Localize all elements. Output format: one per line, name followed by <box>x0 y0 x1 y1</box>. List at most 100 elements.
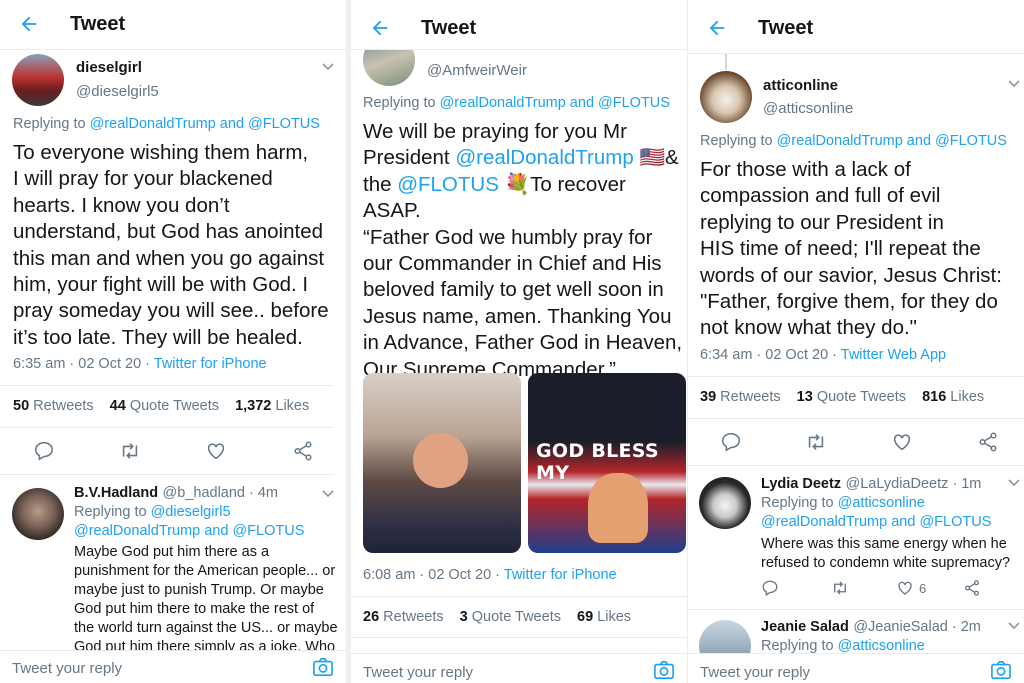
page-title: Tweet <box>70 13 126 35</box>
reply-input[interactable]: Tweet your reply <box>12 660 122 677</box>
replying-to-link[interactable]: @realDonaldTrump and @FLOTUS <box>440 95 670 111</box>
reply-input[interactable]: Tweet your reply <box>363 664 473 681</box>
reply-author-handle[interactable]: @b_hadland · 4m <box>163 485 278 501</box>
reply-text: Maybe God put him there as a punishment … <box>74 544 338 655</box>
tweet-timestamp: 6:08 am · 02 Oct 20 · Twitter for iPhone <box>363 567 617 583</box>
chevron-down-icon[interactable] <box>1008 622 1020 630</box>
like-icon[interactable] <box>205 440 227 462</box>
reply-author-handle[interactable]: @LaLydiaDeetz · 1m <box>846 476 982 492</box>
author-handle[interactable]: @AmfweirWeir <box>427 62 527 79</box>
avatar[interactable] <box>699 477 751 529</box>
tweet-text: For those with a lack of compassion and … <box>700 158 1002 340</box>
tweet-timestamp: 6:34 am · 02 Oct 20 · Twitter Web App <box>700 347 947 363</box>
retweet-icon[interactable] <box>805 431 827 453</box>
back-arrow-icon[interactable] <box>18 13 40 35</box>
replying-to: Replying to @realDonaldTrump and @FLOTUS <box>13 116 320 132</box>
retweets-stat[interactable]: 39 Retweets <box>700 389 781 405</box>
reply-icon[interactable] <box>33 440 55 462</box>
retweet-icon[interactable] <box>119 440 141 462</box>
author-handle[interactable]: @dieselgirl5 <box>76 83 159 100</box>
tweet-text: We will be praying for you Mr President … <box>363 120 683 381</box>
tweet-panel-3: Tweet atticonline @atticsonline Replying… <box>688 0 1024 683</box>
avatar[interactable] <box>12 54 64 106</box>
image-figure <box>413 433 468 488</box>
replying-to-link[interactable]: @atticsonline <box>838 638 925 654</box>
chevron-down-icon[interactable] <box>1008 479 1020 487</box>
like-icon[interactable] <box>896 579 914 597</box>
reply-tweet[interactable]: B.V.Hadland @b_hadland · 4m Replying to … <box>0 478 346 655</box>
engagement-stats: 39 Retweets 13 Quote Tweets 816 Likes <box>700 389 996 405</box>
back-arrow-icon[interactable] <box>706 17 728 39</box>
share-icon[interactable] <box>977 431 999 453</box>
reply-author-name[interactable]: Lydia Deetz <box>761 476 841 492</box>
thread-line <box>725 54 727 70</box>
engagement-stats: 50 Retweets 44 Quote Tweets 1,372 Likes <box>13 398 321 414</box>
camera-icon[interactable] <box>990 660 1012 680</box>
reply-author-name[interactable]: Jeanie Salad <box>761 619 849 635</box>
replying-to-link[interactable]: @realDonaldTrump and @FLOTUS <box>74 522 304 541</box>
like-icon[interactable] <box>891 431 913 453</box>
camera-icon[interactable] <box>312 657 334 677</box>
reply-input[interactable]: Tweet your reply <box>700 664 810 681</box>
tweet-image-1[interactable] <box>363 373 521 553</box>
replying-to-link[interactable]: @realDonaldTrump and @FLOTUS <box>777 133 1007 149</box>
quotes-stat[interactable]: 44 Quote Tweets <box>110 398 219 414</box>
replying-to-link[interactable]: @realDonaldTrump and @FLOTUS <box>90 116 320 132</box>
mention-link[interactable]: @FLOTUS <box>397 173 499 196</box>
source-link[interactable]: Twitter for iPhone <box>504 567 617 583</box>
reply-composer[interactable]: Tweet your reply <box>688 653 1024 683</box>
replying-to: Replying to @realDonaldTrump and @FLOTUS <box>700 133 1007 149</box>
replying-to-link[interactable]: @realDonaldTrump and @FLOTUS <box>761 513 991 532</box>
tweet-panel-2: @AmfweirWeir Tweet Replying to @realDona… <box>351 0 687 683</box>
share-icon[interactable] <box>963 579 981 597</box>
retweets-stat[interactable]: 26 Retweets <box>363 609 444 625</box>
reply-composer[interactable]: Tweet your reply <box>0 650 346 683</box>
replying-to-link[interactable]: @atticsonline <box>838 495 925 511</box>
reply-replying-to: Replying to @atticsonline @realDonaldTru… <box>761 495 992 532</box>
reply-replying-to: Replying to @dieselgirl5 @realDonaldTrum… <box>74 504 305 541</box>
source-link[interactable]: Twitter for iPhone <box>154 356 267 372</box>
reply-text: Where was this same energy when he refus… <box>761 536 1011 571</box>
top-bar: Tweet <box>688 0 1024 54</box>
likes-stat[interactable]: 1,372 Likes <box>235 398 309 414</box>
chevron-down-icon[interactable] <box>322 63 334 71</box>
tweet-actions <box>0 440 346 464</box>
divider <box>351 637 687 638</box>
chevron-down-icon[interactable] <box>322 490 334 498</box>
top-bar: Tweet <box>0 0 346 50</box>
share-icon[interactable] <box>292 440 314 462</box>
reply-tweet[interactable]: Lydia Deetz @LaLydiaDeetz · 1m Replying … <box>688 466 1024 609</box>
reply-composer[interactable]: Tweet your reply <box>351 653 687 683</box>
reply-header: Jeanie Salad @JeanieSalad · 2m <box>761 618 981 636</box>
retweets-stat[interactable]: 50 Retweets <box>13 398 94 414</box>
back-arrow-icon[interactable] <box>369 17 391 39</box>
tweet-image-2[interactable]: GOD BLESS MY <box>528 373 686 553</box>
avatar[interactable] <box>12 488 64 540</box>
image-figure <box>588 473 648 543</box>
reply-header: B.V.Hadland @b_hadland · 4m <box>74 484 278 502</box>
tweet-panel-1: Tweet dieselgirl @dieselgirl5 Replying t… <box>0 0 346 683</box>
author-handle[interactable]: @atticsonline <box>763 100 853 117</box>
divider <box>0 385 334 386</box>
reply-icon[interactable] <box>720 431 742 453</box>
reply-icon[interactable] <box>761 579 779 597</box>
camera-icon[interactable] <box>653 660 675 680</box>
replying-to-link[interactable]: @dieselgirl5 <box>151 504 231 520</box>
retweet-icon[interactable] <box>831 579 849 597</box>
avatar[interactable] <box>700 71 752 123</box>
likes-stat[interactable]: 816 Likes <box>922 389 984 405</box>
reply-header: Lydia Deetz @LaLydiaDeetz · 1m <box>761 475 981 493</box>
tweet-actions <box>688 431 1024 455</box>
likes-stat[interactable]: 69 Likes <box>577 609 631 625</box>
divider <box>688 376 1024 377</box>
reply-author-name[interactable]: B.V.Hadland <box>74 485 158 501</box>
author-name[interactable]: atticonline <box>763 77 838 94</box>
reply-author-handle[interactable]: @JeanieSalad · 2m <box>853 619 981 635</box>
source-link[interactable]: Twitter Web App <box>841 347 946 363</box>
like-count: 6 <box>919 581 927 596</box>
author-name[interactable]: dieselgirl <box>76 59 142 76</box>
mention-link[interactable]: @realDonaldTrump <box>455 146 633 169</box>
chevron-down-icon[interactable] <box>1008 80 1020 88</box>
quotes-stat[interactable]: 3 Quote Tweets <box>460 609 561 625</box>
quotes-stat[interactable]: 13 Quote Tweets <box>797 389 906 405</box>
